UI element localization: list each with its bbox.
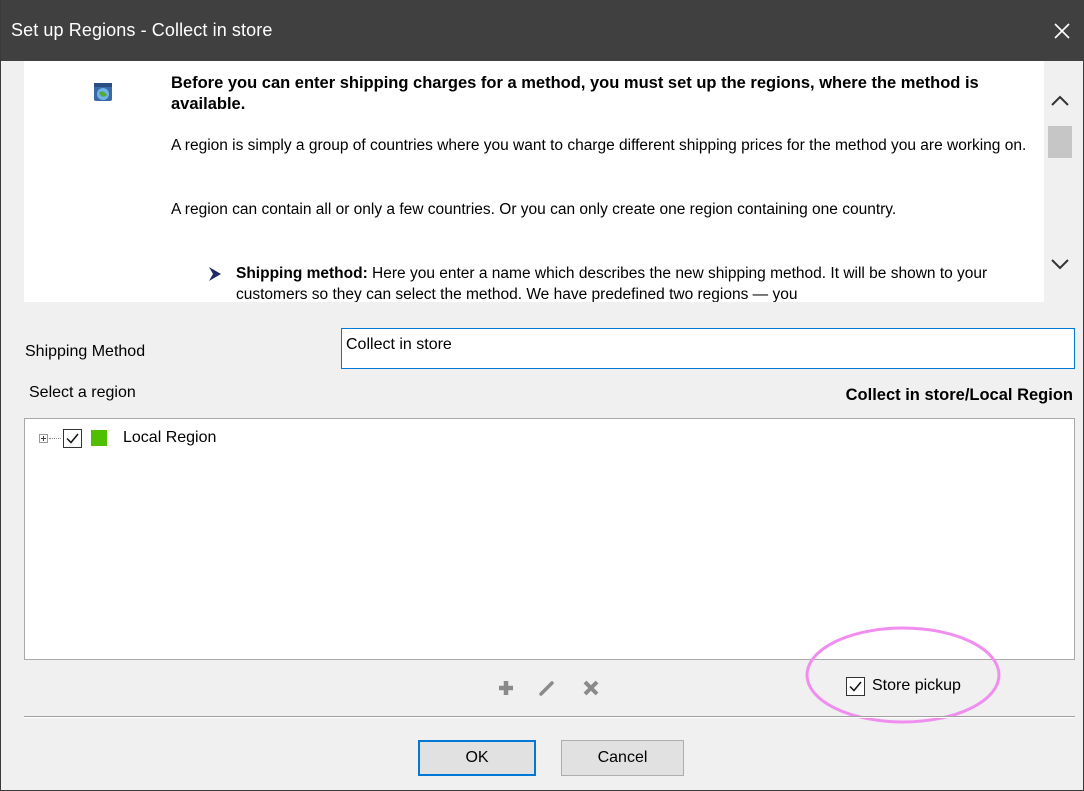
help-paragraph: A region is simply a group of countries … xyxy=(171,137,1027,154)
cancel-button[interactable]: Cancel xyxy=(561,740,684,776)
dialog-window: Set up Regions - Collect in store Before… xyxy=(0,0,1084,791)
check-icon xyxy=(66,433,79,444)
store-pickup-label[interactable]: Store pickup xyxy=(872,677,961,695)
close-button[interactable] xyxy=(1039,0,1084,61)
separator xyxy=(24,716,1075,718)
tree-item-label: Local Region xyxy=(123,429,217,446)
shipping-method-label: Shipping Method xyxy=(25,343,146,360)
scroll-up-icon[interactable] xyxy=(1047,90,1073,112)
help-panel: Before you can enter shipping charges fo… xyxy=(24,61,1044,302)
help-heading: Before you can enter shipping charges fo… xyxy=(171,74,979,113)
window-title: Set up Regions - Collect in store xyxy=(11,20,273,40)
tree-connector xyxy=(49,438,61,439)
shipping-method-input[interactable] xyxy=(341,328,1075,369)
check-icon xyxy=(849,681,862,692)
help-paragraph: A region can contain all or only a few c… xyxy=(171,201,897,218)
select-region-label: Select a region xyxy=(29,384,136,401)
plus-icon xyxy=(499,681,513,695)
region-checkbox[interactable] xyxy=(63,429,82,448)
close-icon xyxy=(1054,22,1070,39)
ok-button[interactable]: OK xyxy=(418,740,536,776)
globe-box-icon xyxy=(94,83,112,101)
bullet-arrow-icon xyxy=(209,267,221,281)
store-pickup-checkbox[interactable] xyxy=(846,677,865,696)
help-bullet: Shipping method: Here you enter a name w… xyxy=(236,263,1036,302)
scroll-down-icon[interactable] xyxy=(1047,253,1073,275)
title-bar[interactable]: Set up Regions - Collect in store xyxy=(1,0,1084,61)
bullet-term: Shipping method: xyxy=(236,265,368,282)
pencil-icon xyxy=(539,681,554,696)
delete-region-button[interactable] xyxy=(579,676,603,700)
region-path-title: Collect in store/Local Region xyxy=(845,386,1073,404)
region-color-swatch xyxy=(91,430,107,446)
add-region-button[interactable] xyxy=(494,676,518,700)
edit-region-button[interactable] xyxy=(535,676,559,700)
region-tree[interactable]: Local Region xyxy=(24,418,1075,660)
x-icon xyxy=(583,680,599,696)
scrollbar-thumb[interactable] xyxy=(1048,126,1072,158)
expand-icon[interactable] xyxy=(39,434,48,443)
